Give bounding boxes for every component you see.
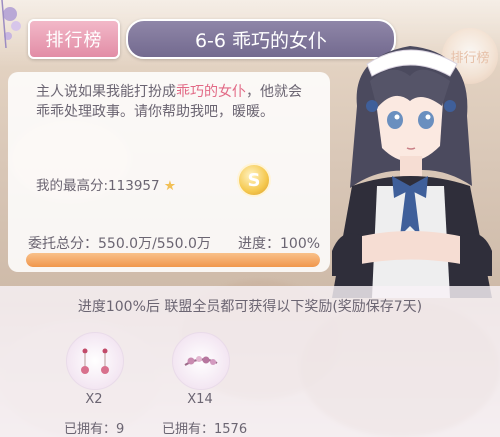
desc-highlight: 乖巧的女仆 (176, 84, 246, 100)
progress-bar-fill (26, 253, 320, 267)
earring-icon (81, 348, 109, 374)
owned-count: 已拥有：1576 (162, 422, 248, 437)
leaderboard-button[interactable]: 排行榜 (28, 19, 120, 59)
owned-count: 已拥有：9 (64, 422, 125, 437)
game-screen: 排行榜 6-6 乖巧的女仆 排行榜 主人说如果我能打扮成乖巧的女仆，他就会乖乖处… (0, 0, 500, 437)
progress-text: 进度：100% (238, 236, 321, 252)
progress-bar (26, 253, 320, 267)
star-icon: ★ (163, 178, 176, 194)
maid-character-illustration (332, 46, 492, 298)
best-score: 我的最高分:113957 ★ (36, 174, 176, 194)
reward-item-earring[interactable] (66, 332, 124, 390)
desc-text-1: 主人说如果我能打扮成 (36, 84, 176, 100)
flower-decoration-icon (1, 0, 21, 49)
coin-icon: S (237, 163, 271, 197)
reward-quantity: X14 (187, 392, 213, 407)
mission-description: 主人说如果我能打扮成乖巧的女仆，他就会乖乖处理政事。请你帮助我吧，暖暖。 (36, 82, 306, 122)
reward-quantity: X2 (85, 392, 103, 407)
reward-header: 进度100%后 联盟全员都可获得以下奖励(奖励保存7天) (77, 299, 423, 315)
hairpin-icon (184, 356, 218, 366)
best-score-label: 我的最高分:113957 (36, 178, 160, 194)
reward-item-hairpin[interactable] (172, 332, 230, 390)
total-score: 委托总分：550.0万/550.0万 (28, 236, 211, 252)
